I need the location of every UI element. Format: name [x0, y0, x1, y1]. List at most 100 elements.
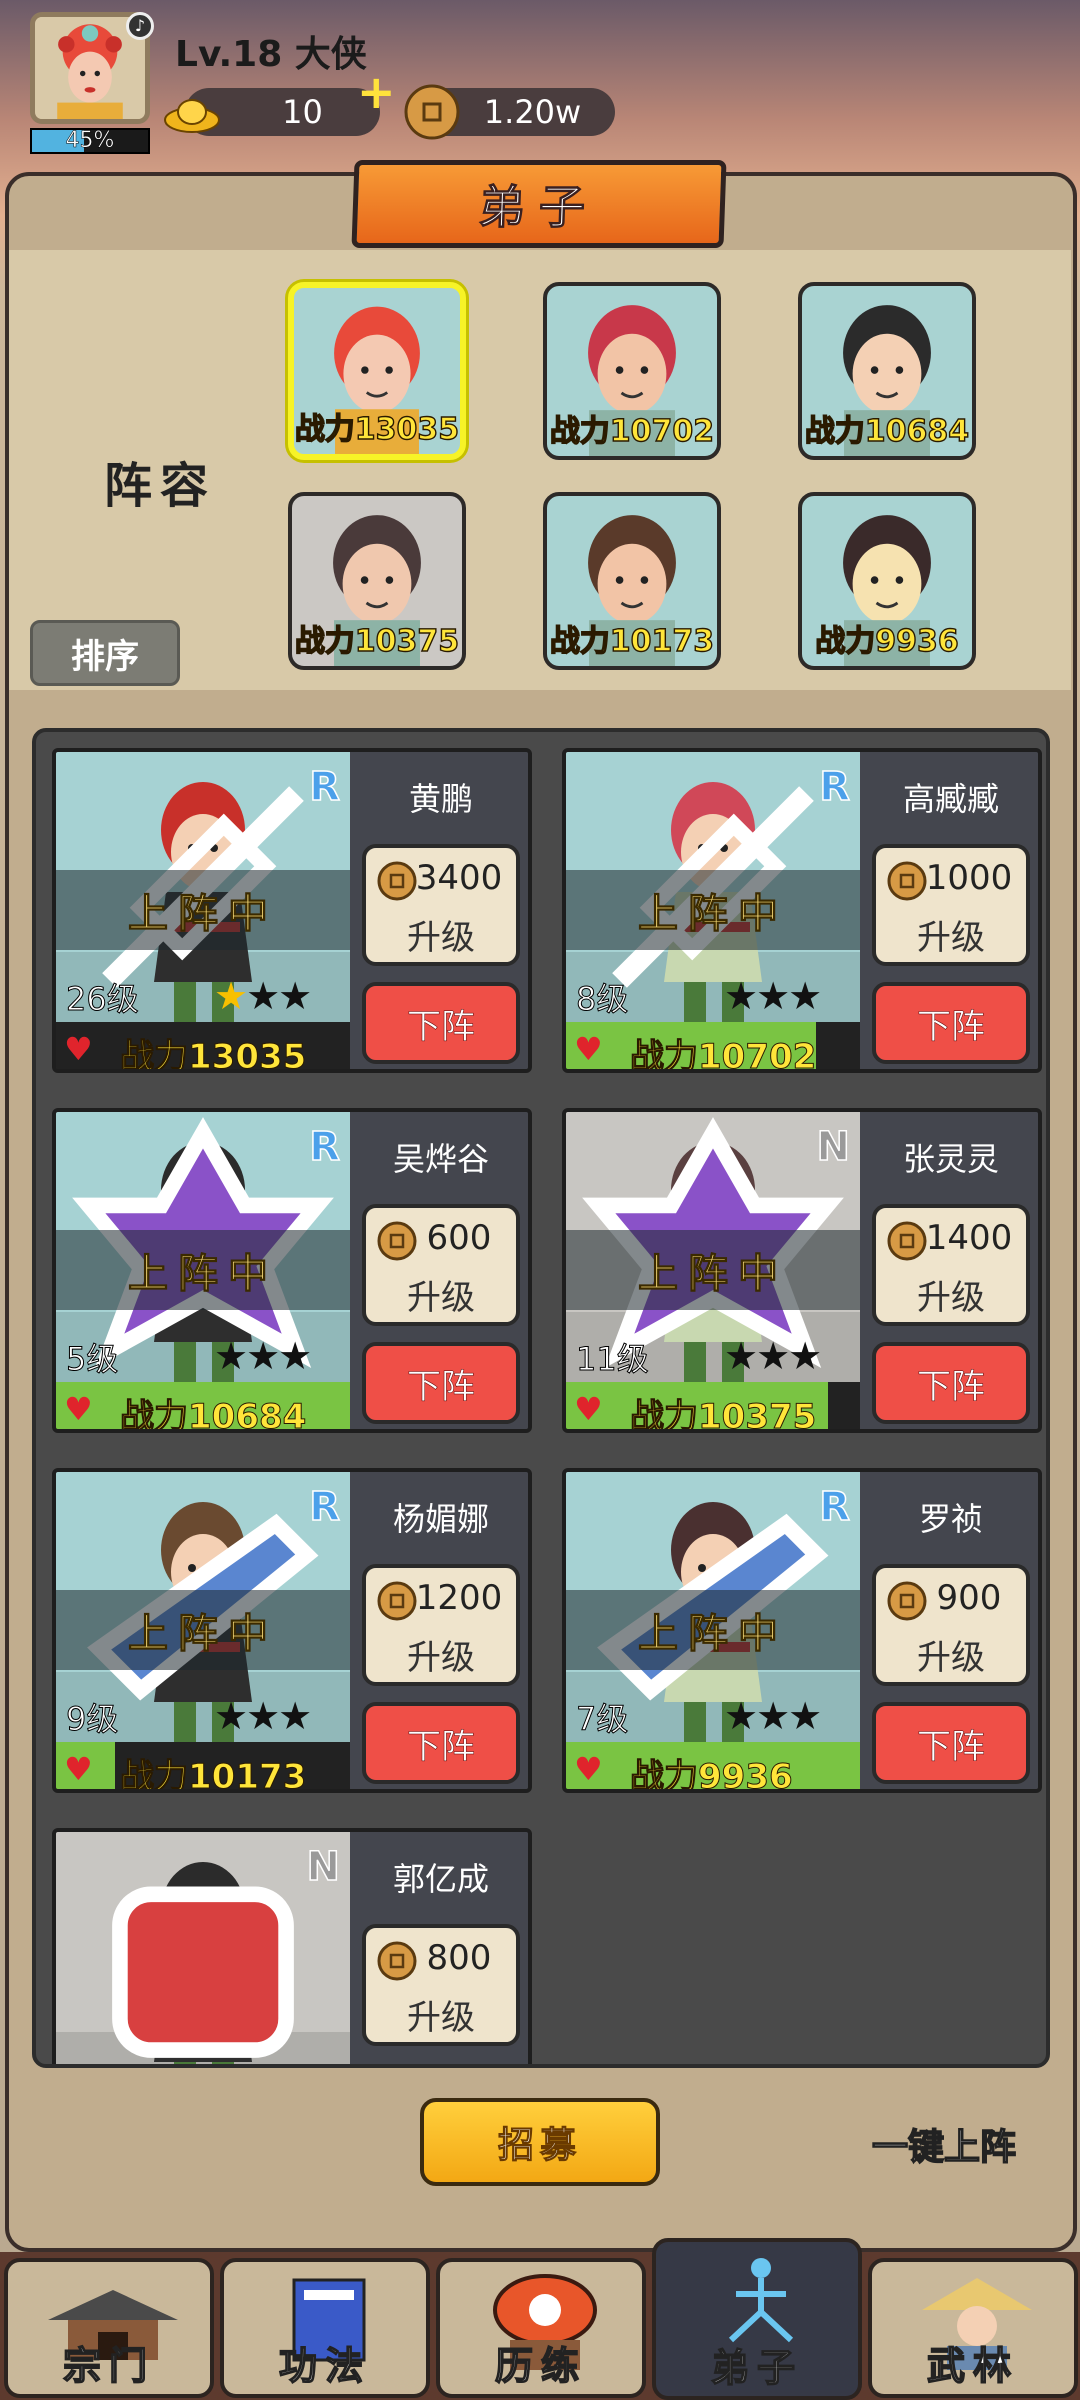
disciple-portrait[interactable]: N	[56, 1832, 350, 2064]
lineup-power-label: 战力10684	[804, 413, 970, 449]
disciple-portrait[interactable]: R 上阵中 9级 ★★★	[56, 1472, 350, 1742]
exp-percent-label: 45%	[65, 128, 115, 153]
notification-bell-icon[interactable]: ♪	[126, 12, 154, 40]
nav-tab-3[interactable]: 弟子	[652, 2238, 862, 2400]
disciple-card[interactable]: N 郭亿成 800 升级	[52, 1828, 532, 2064]
disciple-power: 战力10375	[629, 1397, 817, 1433]
star-rating: ★★★	[214, 1694, 312, 1738]
remove-label: 下阵	[917, 1366, 986, 1407]
upgrade-button[interactable]: 1400 升级	[872, 1204, 1030, 1326]
remove-from-lineup-button[interactable]: 下阵	[872, 1702, 1030, 1784]
player-level-title: Lv.18 大侠	[175, 34, 367, 75]
disciple-card[interactable]: R 上阵中 26级 ★★★ ♥ 战力13035 黄鹏 3400 升级 下阵	[52, 748, 532, 1073]
star-icon: ★	[756, 1694, 790, 1738]
nav-tab-label: 历练	[494, 2343, 587, 2389]
disciple-card[interactable]: R 上阵中 5级 ★★★ ♥ 战力10684 吴烨谷 600 升级 下阵	[52, 1108, 532, 1433]
upgrade-cost: 1400	[925, 1218, 1013, 1258]
recruit-button[interactable]: 招募	[420, 2098, 660, 2186]
card-actions: 郭亿成 800 升级	[350, 1832, 528, 2064]
deployed-status-band: 上阵中	[566, 870, 860, 950]
upgrade-button[interactable]: 1200 升级	[362, 1564, 520, 1686]
deployed-status-band: 上阵中	[56, 1590, 350, 1670]
lineup-power-label: 战力9936	[815, 623, 960, 659]
remove-from-lineup-button[interactable]: 下阵	[362, 982, 520, 1064]
upgrade-cost: 1000	[925, 858, 1013, 898]
disciple-portrait[interactable]: R 上阵中 26级 ★★★	[56, 752, 350, 1022]
heart-icon: ♥	[574, 1030, 603, 1068]
remove-label: 下阵	[917, 1726, 986, 1767]
upgrade-button[interactable]: 800 升级	[362, 1924, 520, 2046]
upgrade-button[interactable]: 600 升级	[362, 1204, 520, 1326]
add-gold-button[interactable]: +	[357, 69, 396, 115]
nav-tab-label: 武林	[926, 2343, 1019, 2389]
lineup-slot[interactable]: 战力10173	[543, 492, 721, 670]
deployed-status-label: 上阵中	[128, 891, 278, 938]
star-rating: ★★★	[724, 1694, 822, 1738]
star-icon: ★	[788, 1694, 822, 1738]
lineup-slot[interactable]: 战力10684	[798, 282, 976, 460]
rarity-badge: R	[308, 763, 340, 811]
star-icon: ★	[214, 974, 248, 1018]
panel-title-tab: 弟子	[351, 160, 727, 248]
heart-icon: ♥	[64, 1750, 93, 1788]
disciple-power: 战力9936	[630, 1757, 794, 1793]
auto-deploy-button[interactable]: 一键上阵	[871, 2118, 1016, 2170]
player-header: ♪ 45% Lv.18 大侠 10 + 1.20w	[0, 0, 1080, 180]
nav-tab-2[interactable]: 历练	[436, 2258, 646, 2398]
deployed-status-band: 上阵中	[56, 1230, 350, 1310]
star-icon: ★	[756, 974, 790, 1018]
disciple-card[interactable]: R 上阵中 9级 ★★★ ♥ 战力10173 杨媚娜 1200 升级 下阵	[52, 1468, 532, 1793]
sort-button[interactable]: 排序	[30, 620, 180, 686]
deployed-status-label: 上阵中	[128, 1611, 278, 1658]
remove-label: 下阵	[917, 1006, 986, 1047]
disciple-name: 张灵灵	[902, 1140, 999, 1178]
deployed-status-label: 上阵中	[638, 1611, 788, 1658]
star-rating: ★★★	[724, 1334, 822, 1378]
remove-from-lineup-button[interactable]: 下阵	[872, 982, 1030, 1064]
disciple-card[interactable]: R 上阵中 7级 ★★★ ♥ 战力9936 罗祯 900 升级 下阵	[562, 1468, 1042, 1793]
nav-tab-label: 弟子	[710, 2345, 803, 2391]
deployed-status-label: 上阵中	[638, 891, 788, 938]
nav-tab-1[interactable]: 功法	[220, 2258, 430, 2398]
nav-tab-4[interactable]: 武林	[868, 2258, 1078, 2398]
sort-button-label: 排序	[71, 636, 139, 677]
remove-from-lineup-button[interactable]: 下阵	[362, 1342, 520, 1424]
disciple-power: 战力10173	[119, 1757, 307, 1793]
star-icon: ★	[214, 1334, 248, 1378]
star-icon: ★	[278, 974, 312, 1018]
remove-from-lineup-button[interactable]: 下阵	[872, 1342, 1030, 1424]
disciple-portrait[interactable]: R 上阵中 8级 ★★★	[566, 752, 860, 1022]
lineup-power-label: 战力10173	[549, 623, 715, 659]
remove-from-lineup-button[interactable]: 下阵	[362, 1702, 520, 1784]
disciple-card[interactable]: R 上阵中 8级 ★★★ ♥ 战力10702 高臧臧 1000 升级 下阵	[562, 748, 1042, 1073]
lineup-slot[interactable]: 战力13035	[288, 282, 466, 460]
upgrade-cost: 1200	[415, 1578, 503, 1618]
disciple-name: 郭亿成	[392, 1860, 489, 1898]
upgrade-button[interactable]: 900 升级	[872, 1564, 1030, 1686]
card-actions: 罗祯 900 升级 下阵	[860, 1472, 1038, 1789]
star-icon: ★	[278, 1694, 312, 1738]
nav-tab-0[interactable]: 宗门	[4, 2258, 214, 2398]
card-actions: 高臧臧 1000 升级 下阵	[860, 752, 1038, 1069]
upgrade-button[interactable]: 3400 升级	[362, 844, 520, 966]
star-icon: ★	[756, 1334, 790, 1378]
disciple-portrait[interactable]: R 上阵中 7级 ★★★	[566, 1472, 860, 1742]
upgrade-button[interactable]: 1000 升级	[872, 844, 1030, 966]
disciple-power: 战力10702	[629, 1037, 817, 1073]
disciple-name: 黄鹏	[408, 780, 473, 818]
lineup-slot[interactable]: 战力9936	[798, 492, 976, 670]
meditation-icon	[728, 2258, 794, 2343]
copper-coin-icon	[404, 84, 460, 140]
star-icon: ★	[278, 1334, 312, 1378]
upgrade-label: 升级	[407, 918, 475, 958]
disciple-portrait[interactable]: R 上阵中 5级 ★★★	[56, 1112, 350, 1382]
power-bar: ♥ 战力9936	[566, 1742, 860, 1793]
disciple-card-list[interactable]: R 上阵中 26级 ★★★ ♥ 战力13035 黄鹏 3400 升级 下阵 R …	[32, 728, 1050, 2068]
lineup-slot[interactable]: 战力10375	[288, 492, 466, 670]
nav-tab-label: 功法	[278, 2343, 371, 2389]
disciple-portrait[interactable]: N 上阵中 11级 ★★★	[566, 1112, 860, 1382]
rarity-badge: R	[308, 1123, 340, 1171]
disciple-level: 8级	[575, 980, 629, 1019]
disciple-card[interactable]: N 上阵中 11级 ★★★ ♥ 战力10375 张灵灵 1400 升级 下阵	[562, 1108, 1042, 1433]
lineup-slot[interactable]: 战力10702	[543, 282, 721, 460]
